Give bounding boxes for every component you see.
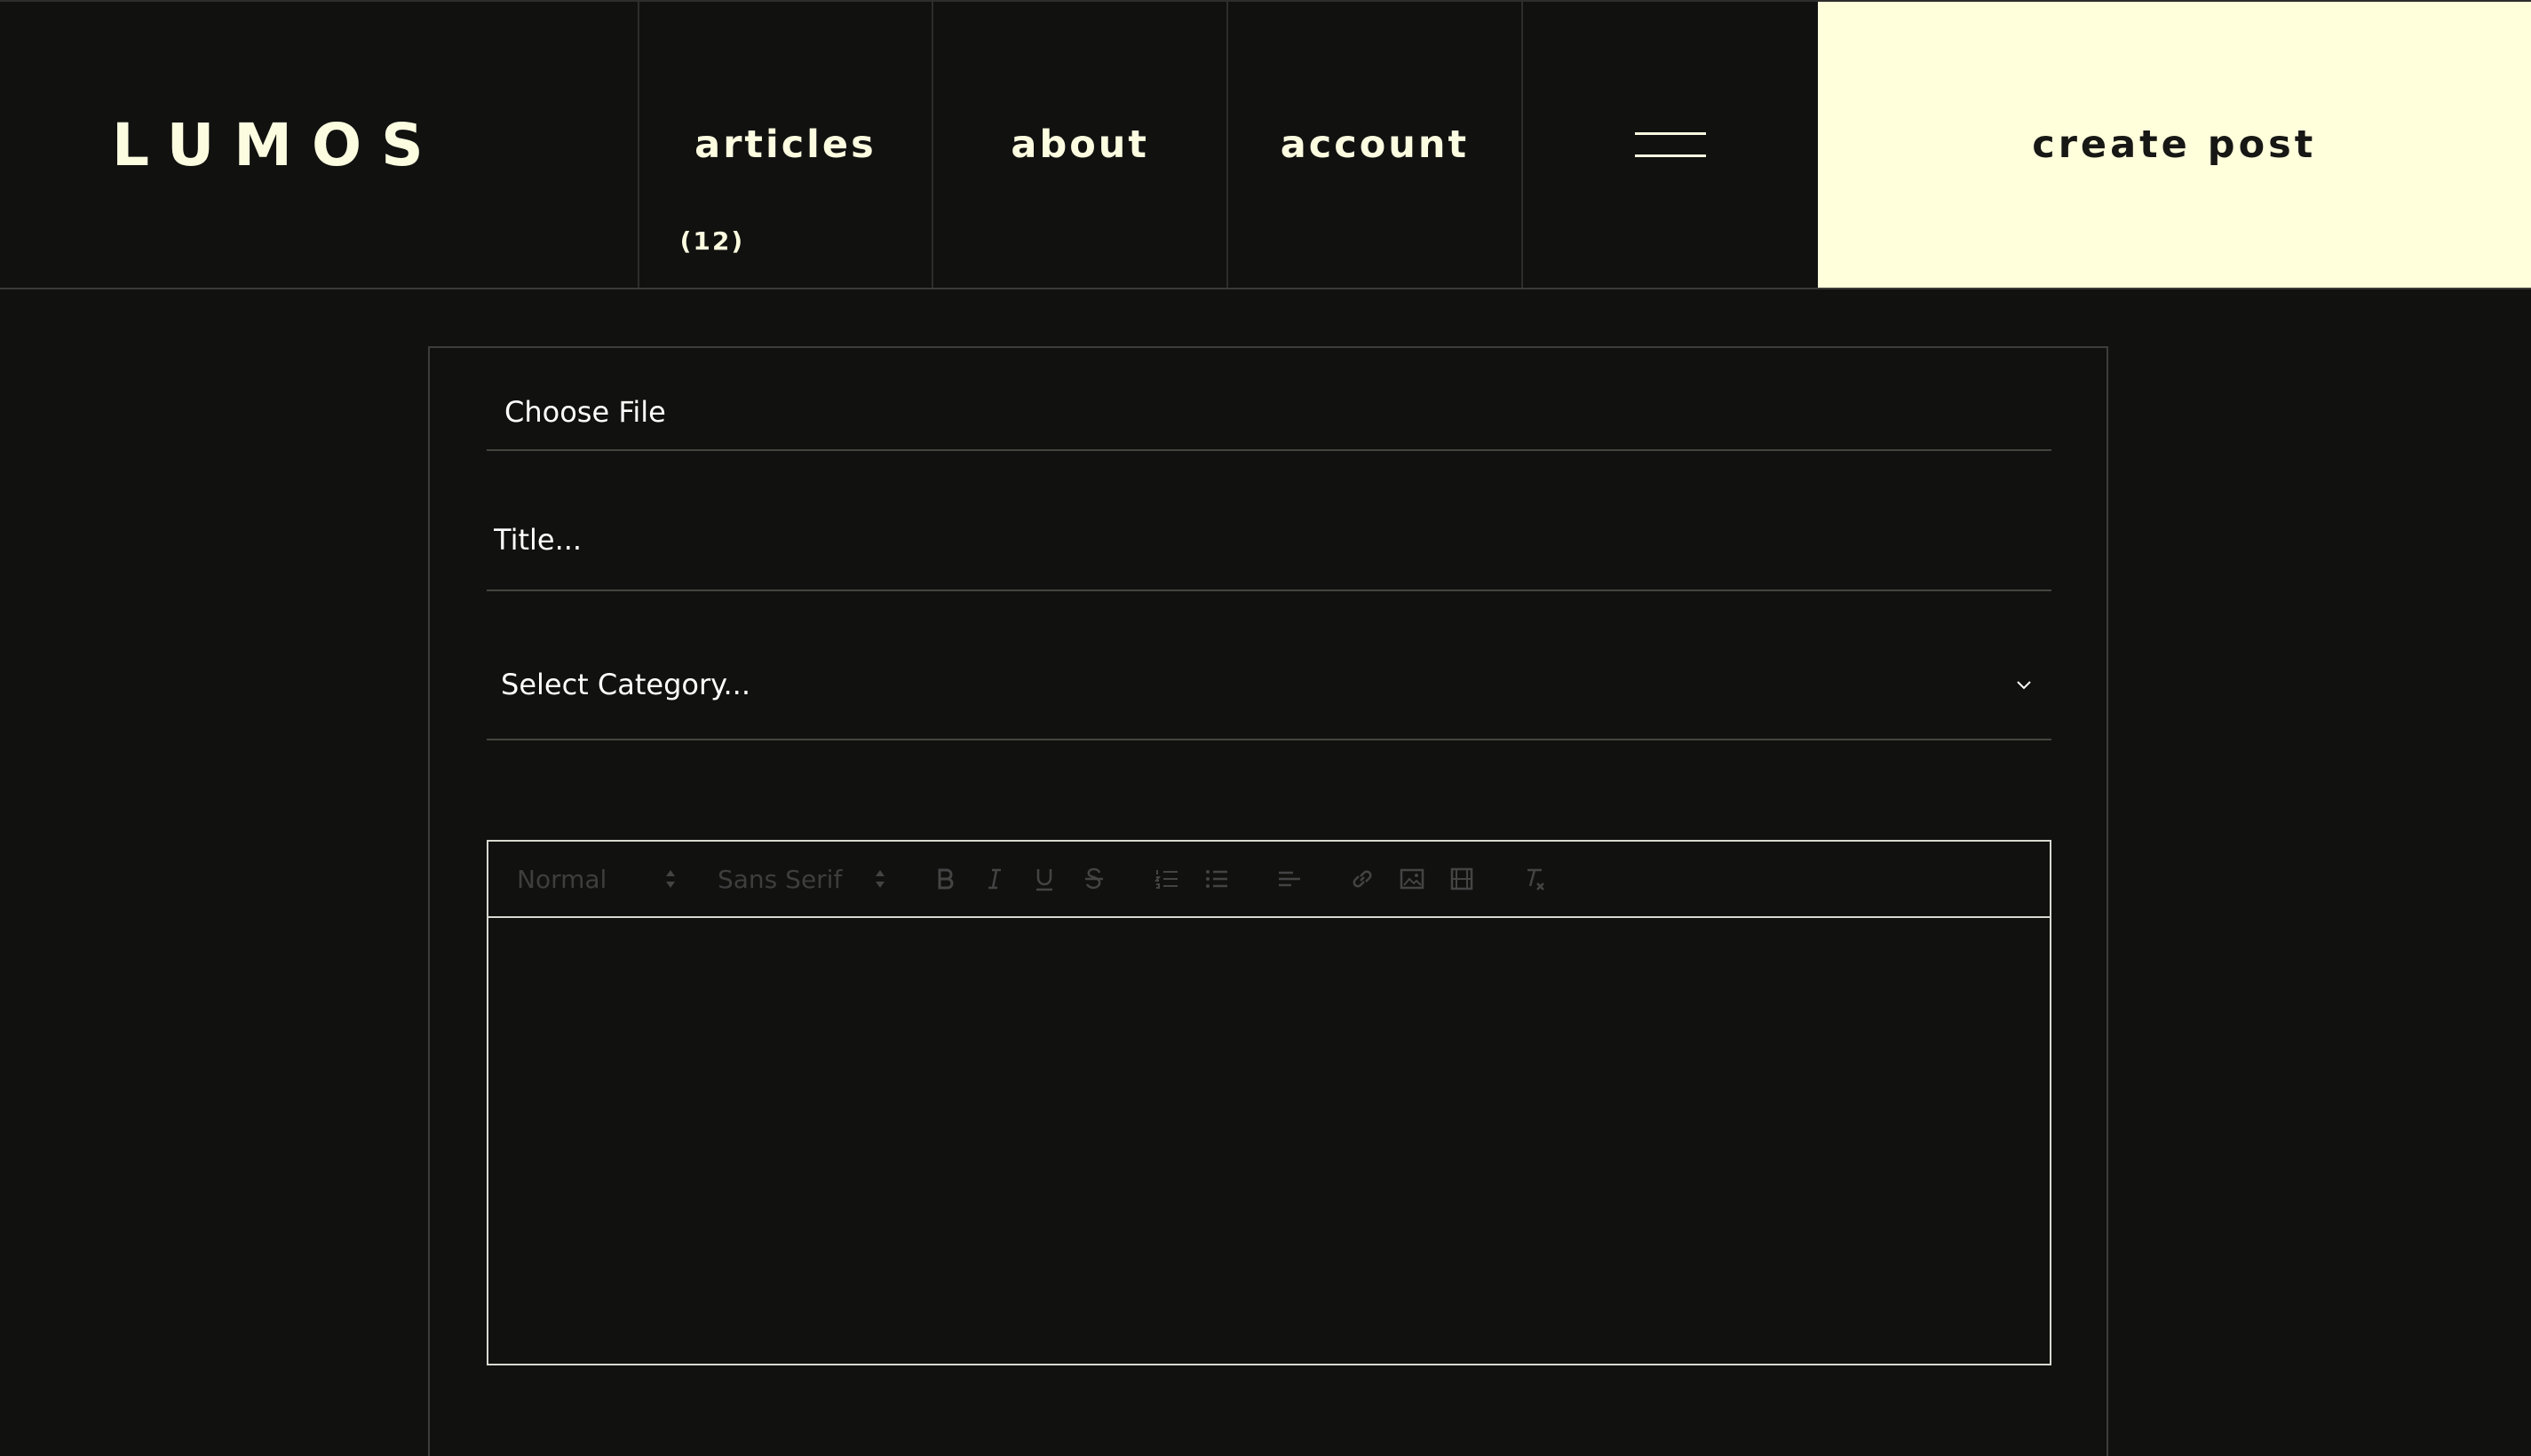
updown-icon (876, 870, 885, 888)
strike-icon (1085, 867, 1103, 890)
size-select-value: Normal (517, 864, 607, 894)
video-icon (1450, 867, 1473, 890)
italic-button[interactable] (980, 865, 1009, 893)
nav-about[interactable]: about (933, 2, 1229, 288)
file-chooser-label: Choose File (504, 395, 666, 429)
font-select[interactable]: Sans Serif (718, 865, 886, 894)
align-button[interactable] (1275, 865, 1304, 893)
bullet-list-button[interactable] (1202, 865, 1231, 893)
bold-button[interactable] (931, 865, 959, 893)
chevron-down-icon (2017, 681, 2031, 690)
nav-articles-label: articles (694, 123, 877, 167)
articles-count: (12) (679, 226, 745, 256)
title-field[interactable] (487, 490, 2051, 591)
create-post-button[interactable]: create post (1817, 2, 2531, 288)
underline-icon (1036, 869, 1052, 891)
italic-icon (988, 868, 1001, 890)
ordered-list-button[interactable] (1153, 865, 1181, 893)
underline-button[interactable] (1030, 865, 1059, 893)
bullet-list-icon (1206, 870, 1227, 888)
size-select[interactable]: Normal (517, 865, 677, 894)
image-button[interactable] (1398, 865, 1426, 893)
video-button[interactable] (1448, 865, 1476, 893)
nav-account-label: account (1280, 123, 1470, 167)
nav-about-label: about (1011, 123, 1149, 167)
link-button[interactable] (1348, 865, 1377, 893)
editor-content-area[interactable] (488, 918, 2050, 1364)
ordered-list-icon (1154, 870, 1178, 889)
clear-format-icon (1527, 868, 1544, 890)
nav-account[interactable]: account (1228, 2, 1523, 288)
title-input[interactable] (487, 490, 2051, 590)
font-select-value: Sans Serif (718, 864, 843, 894)
menu-button[interactable] (1523, 2, 1818, 288)
bold-icon (938, 868, 954, 890)
rich-text-editor: Normal Sans Serif (487, 840, 2051, 1365)
editor-toolbar: Normal Sans Serif (488, 842, 2050, 918)
nav-articles[interactable]: articles (12) (639, 2, 934, 288)
hamburger-icon (1634, 132, 1706, 157)
create-post-label: create post (2032, 123, 2317, 167)
align-icon (1279, 871, 1300, 887)
category-placeholder: Select Category... (501, 668, 751, 701)
site-header: LUMOS articles (12) about account create… (0, 0, 2531, 289)
category-select[interactable]: Select Category... (487, 630, 2051, 740)
post-form-panel: Choose File Select Category... Normal Sa… (428, 346, 2108, 1456)
strike-button[interactable] (1080, 865, 1108, 893)
link-icon (1353, 870, 1372, 888)
brand-name: LUMOS (112, 110, 443, 179)
updown-icon (666, 870, 675, 888)
file-chooser[interactable]: Choose File (487, 375, 2051, 451)
brand-logo[interactable]: LUMOS (0, 2, 639, 288)
image-icon (1400, 868, 1424, 890)
clear-format-button[interactable] (1520, 865, 1549, 893)
